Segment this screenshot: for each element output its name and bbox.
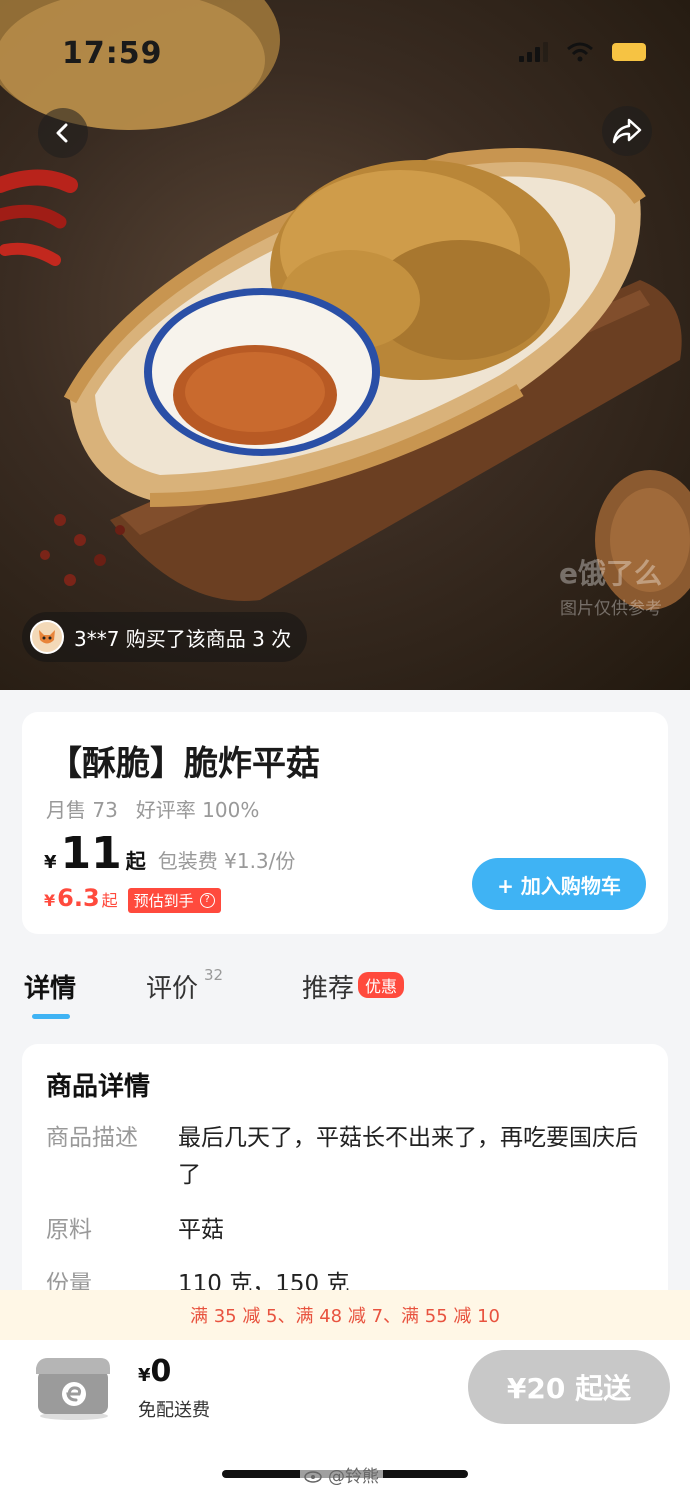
status-time: 17:59: [62, 36, 163, 71]
add-to-cart-button[interactable]: + 加入购物车: [472, 858, 646, 910]
est-price: 6.3: [57, 884, 100, 912]
product-info-card: 【酥脆】脆炸平菇 月售 73 好评率 100% ¥ 11 起 包装费 ¥1.3/…: [22, 712, 668, 934]
details-title: 商品详情: [46, 1072, 151, 1102]
info-icon: ?: [199, 893, 215, 908]
delivery-fee-label: 免配送费: [138, 1400, 210, 1421]
back-button[interactable]: [38, 108, 88, 158]
price-row: ¥ 11 起 包装费 ¥1.3/份: [44, 832, 295, 876]
est-badge[interactable]: 预估到手 ?: [127, 888, 221, 913]
packaging-fee: 包装费 ¥1.3/份: [157, 849, 296, 873]
bottom-cart-bar: ¥ 0 免配送费 ¥20 起送 @铃熊: [0, 1340, 690, 1494]
fox-avatar-icon: [39, 630, 55, 644]
est-currency: ¥: [44, 891, 56, 910]
weibo-watermark: @铃熊: [300, 1462, 383, 1487]
chevron-left-icon: [56, 123, 68, 143]
tab-details-label: 详情: [24, 974, 77, 1004]
price-value: 11: [60, 828, 122, 879]
detail-tabs: 详情 评价 32 推荐 优惠: [0, 966, 690, 1024]
tab-reviews[interactable]: 评价 32: [146, 966, 224, 1005]
image-watermark: e饿了么 图片仅供参考: [559, 552, 662, 619]
share-button[interactable]: [602, 106, 652, 156]
product-title: 【酥脆】脆炸平菇: [48, 744, 320, 784]
product-stats: 月售 73 好评率 100%: [46, 794, 259, 823]
tab-reviews-label: 评价: [146, 974, 199, 1004]
tab-details[interactable]: 详情: [24, 968, 76, 1005]
discount-promo-bar: 满 35 减 5、满 48 减 7、满 55 减 10: [0, 1290, 690, 1340]
cart-total: ¥ 0: [138, 1354, 171, 1389]
price-currency: ¥: [44, 852, 57, 873]
detail-key: 原料: [46, 1217, 92, 1243]
battery-icon: [612, 43, 646, 61]
detail-key: 商品描述: [46, 1125, 138, 1151]
recent-buyer-chip: 3**7 购买了该商品 3 次: [22, 612, 308, 662]
tab-active-indicator: [32, 1014, 70, 1019]
watermark-note: 图片仅供参考: [560, 599, 662, 619]
detail-row-description: 商品描述 最后几天了，平菇长不出来了，再吃要国庆后了: [46, 1120, 646, 1194]
watermark-brand: e饿了么: [559, 557, 662, 590]
monthly-sales: 月售 73: [46, 798, 118, 822]
signal-icon: [519, 42, 548, 62]
detail-value: 平菇: [178, 1217, 224, 1243]
wifi-icon: [567, 42, 593, 62]
discount-badge: 优惠: [358, 972, 405, 998]
cart-total-value: 0: [150, 1354, 172, 1389]
cart-currency: ¥: [138, 1365, 151, 1386]
min-order-button[interactable]: ¥20 起送: [468, 1350, 670, 1424]
detail-row-ingredients: 原料 平菇: [46, 1212, 646, 1249]
buyer-avatar: [30, 620, 64, 654]
review-count: 32: [204, 966, 224, 984]
estimated-price-row: ¥ 6.3 起 预估到手 ?: [44, 884, 221, 913]
share-icon: [612, 118, 642, 144]
est-suffix: 起: [101, 891, 118, 910]
rating: 好评率 100%: [135, 798, 260, 822]
cart-box-icon[interactable]: [34, 1352, 112, 1420]
est-badge-label: 预估到手: [133, 892, 194, 910]
weibo-icon: [304, 1470, 322, 1483]
status-icons: [519, 42, 646, 62]
price-suffix: 起: [125, 849, 146, 873]
detail-value: 最后几天了，平菇长不出来了，再吃要国庆后了: [178, 1125, 638, 1188]
tab-recommend-label: 推荐: [302, 974, 355, 1004]
buyer-text: 3**7 购买了该商品 3 次: [74, 626, 292, 651]
product-photo: 17:59 e饿了么 图片仅供参考 3**7 购买了该商品 3 次: [0, 0, 690, 690]
tab-recommend[interactable]: 推荐 优惠: [302, 968, 405, 1005]
weibo-handle: @铃熊: [328, 1467, 379, 1487]
